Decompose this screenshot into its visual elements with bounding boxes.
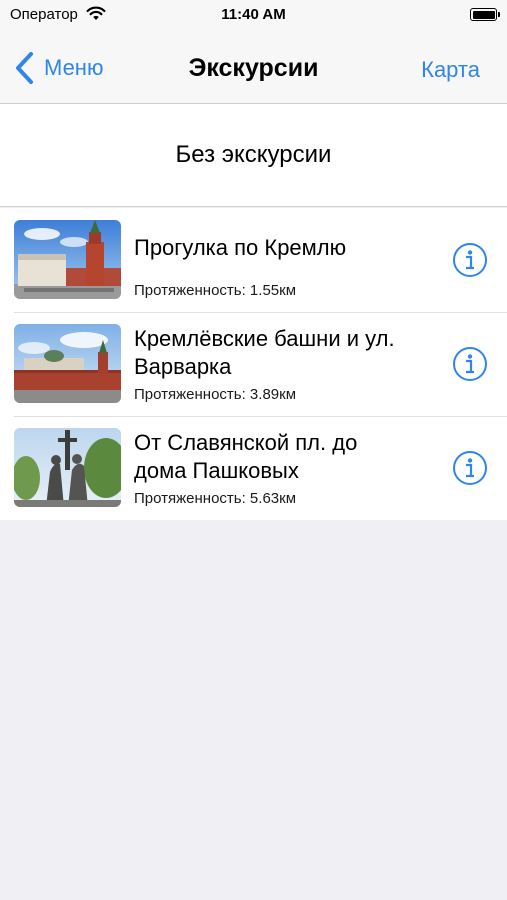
no-tour-option[interactable]: Без экскурсии — [0, 104, 507, 207]
tours-list: Прогулка по Кремлю Протяженность: 1.55км — [0, 208, 507, 520]
no-tour-label: Без экскурсии — [175, 141, 332, 168]
clock: 11:40 AM — [221, 6, 286, 23]
info-icon[interactable] — [452, 242, 488, 278]
kremlin-tower-photo — [14, 220, 121, 299]
info-icon[interactable] — [452, 450, 488, 486]
list-item[interactable]: Прогулка по Кремлю Протяженность: 1.55км — [0, 208, 507, 312]
tour-length: Протяженность: 1.55км — [134, 282, 297, 299]
monument-photo — [14, 428, 121, 507]
navigation-bar: Меню Экскурсии Карта — [0, 30, 507, 104]
kremlin-wall-photo — [14, 324, 121, 403]
battery-icon — [470, 8, 500, 21]
tour-length: Протяженность: 5.63км — [134, 490, 297, 507]
map-button[interactable]: Карта — [421, 57, 480, 83]
status-bar: Оператор 11:40 AM — [0, 0, 507, 30]
list-item[interactable]: Кремлёвские башни и ул. Варварка Протяже… — [0, 312, 507, 416]
info-icon[interactable] — [452, 346, 488, 382]
tour-title: От Славянской пл. до дома Пашковых — [134, 430, 358, 483]
list-item[interactable]: От Славянской пл. до дома Пашковых Протя… — [0, 416, 507, 520]
tour-title: Прогулка по Кремлю — [134, 235, 347, 260]
tour-title: Кремлёвские башни и ул. Варварка — [134, 326, 395, 379]
tour-length: Протяженность: 3.89км — [134, 386, 297, 403]
